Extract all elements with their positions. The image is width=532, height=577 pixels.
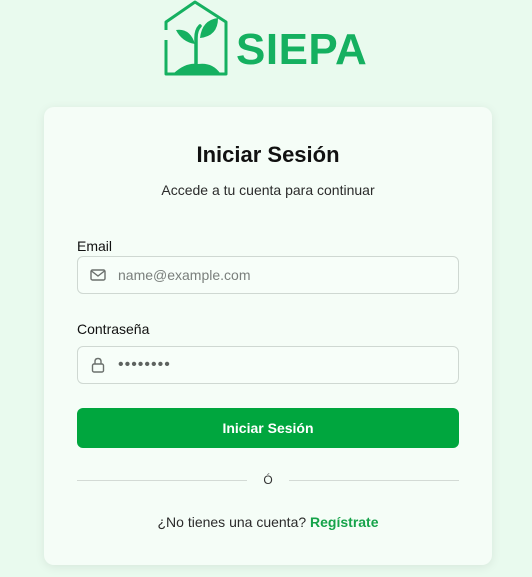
divider-text: Ó — [247, 472, 289, 488]
sprout-house-icon — [164, 0, 228, 76]
login-title: Iniciar Sesión — [196, 142, 340, 167]
login-subtitle: Accede a tu cuenta para continuar — [161, 182, 375, 198]
lock-icon — [78, 357, 118, 373]
email-field[interactable] — [77, 256, 459, 294]
brand-name: SIEPA — [236, 25, 368, 74]
email-label: Email — [77, 238, 113, 254]
signup-row: ¿No tienes una cuenta? Regístrate — [44, 514, 492, 530]
password-label: Contraseña — [77, 321, 150, 337]
mail-icon — [78, 268, 118, 282]
login-button[interactable]: Iniciar Sesión — [77, 408, 459, 448]
signup-link[interactable]: Regístrate — [310, 514, 378, 530]
login-card: Iniciar Sesión Accede a tu cuenta para c… — [44, 107, 492, 565]
email-input[interactable] — [118, 267, 458, 283]
brand-logo — [162, 0, 230, 76]
password-input[interactable]: •••••••• — [118, 356, 171, 374]
password-field[interactable]: •••••••• — [77, 346, 459, 384]
signup-prompt: ¿No tienes una cuenta? — [157, 514, 311, 530]
